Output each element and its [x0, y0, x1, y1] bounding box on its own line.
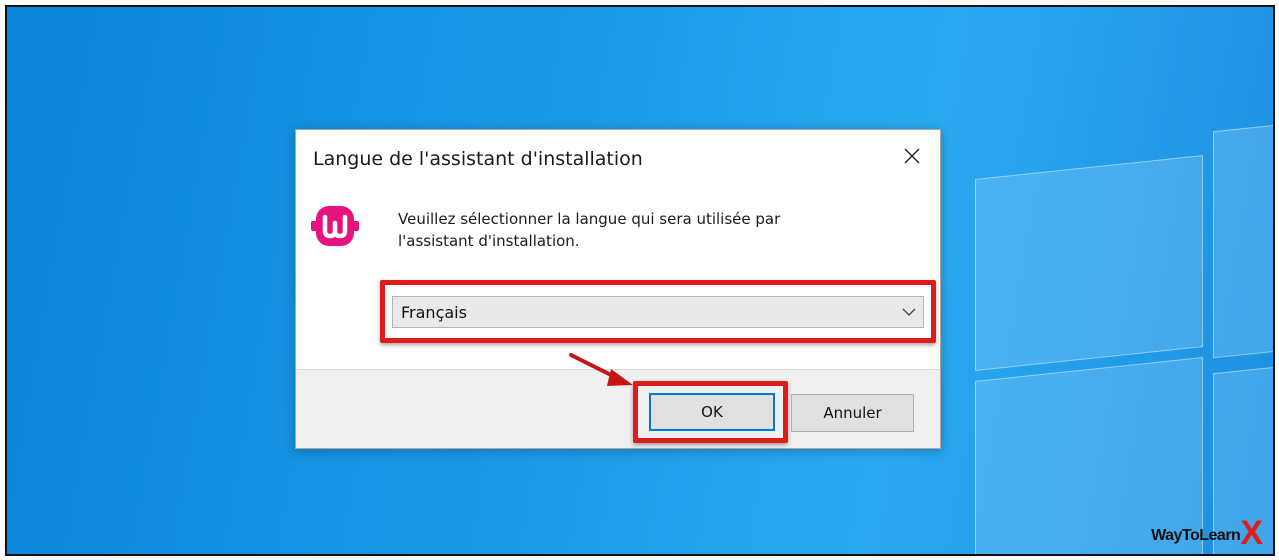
cancel-button[interactable]: Annuler [791, 394, 914, 432]
wampserver-logo [311, 206, 359, 246]
watermark-x: X [1240, 514, 1263, 552]
ok-highlight-box: OK [633, 381, 788, 443]
language-select[interactable]: Français [392, 296, 924, 328]
ok-button[interactable]: OK [649, 393, 775, 431]
red-arrow [569, 353, 633, 386]
close-icon [904, 148, 920, 164]
watermark-text: WayToLearn [1151, 527, 1241, 544]
dialog-message: Veuillez sélectionner la langue qui sera… [398, 210, 781, 250]
dialog-title: Langue de l'assistant d'installation [313, 148, 643, 170]
watermark: WayToLearn X [1151, 514, 1263, 552]
language-select-value: Français [401, 302, 467, 322]
windows-logo-pane [975, 155, 1203, 371]
language-dialog: Langue de l'assistant d'installation Veu… [295, 129, 941, 449]
close-button[interactable] [898, 142, 926, 170]
desktop-background: Langue de l'assistant d'installation Veu… [5, 5, 1275, 556]
windows-logo-pane [1213, 122, 1273, 359]
select-highlight-box: Français [380, 280, 936, 343]
chevron-down-icon [895, 297, 923, 327]
